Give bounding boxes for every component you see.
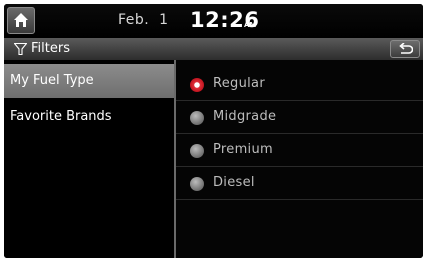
radio-unselected-icon xyxy=(190,111,204,125)
menu-item-my-fuel-type[interactable]: My Fuel Type xyxy=(4,64,174,98)
status-bar: Feb. 1 12:26 AM xyxy=(4,4,423,38)
fuel-option-label: Diesel xyxy=(213,175,255,190)
screen: Feb. 1 12:26 AM Filters My Fuel Type Fav… xyxy=(4,4,423,258)
fuel-option-midgrade[interactable]: Midgrade xyxy=(176,102,423,134)
date-display: Feb. 1 xyxy=(118,12,169,28)
radio-selected-icon xyxy=(190,78,204,92)
menu-item-favorite-brands[interactable]: Favorite Brands xyxy=(4,100,174,134)
home-icon xyxy=(14,13,28,27)
fuel-option-label: Midgrade xyxy=(213,109,277,124)
title-bar: Filters xyxy=(4,38,423,60)
fuel-option-label: Premium xyxy=(213,142,273,157)
fuel-type-options: Regular Midgrade Premium Diesel xyxy=(176,60,423,258)
radio-unselected-icon xyxy=(190,144,204,158)
page-title: Filters xyxy=(31,41,70,56)
back-arrow-icon xyxy=(399,43,413,54)
back-button[interactable] xyxy=(390,40,420,58)
menu-item-label: My Fuel Type xyxy=(10,73,94,88)
fuel-option-premium[interactable]: Premium xyxy=(176,135,423,167)
radio-unselected-icon xyxy=(190,177,204,191)
fuel-option-regular[interactable]: Regular xyxy=(176,69,423,101)
clock-ampm: AM xyxy=(244,21,257,29)
fuel-option-label: Regular xyxy=(213,76,265,91)
fuel-option-diesel[interactable]: Diesel xyxy=(176,168,423,200)
home-button[interactable] xyxy=(7,7,35,34)
menu-item-label: Favorite Brands xyxy=(10,109,112,124)
filter-menu: My Fuel Type Favorite Brands xyxy=(4,60,176,258)
filter-icon xyxy=(14,43,27,55)
